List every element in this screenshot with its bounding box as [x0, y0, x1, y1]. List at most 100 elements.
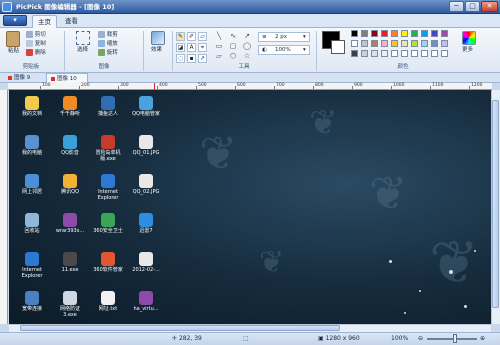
desktop-icon: Internet Explorer: [89, 174, 127, 201]
desktop-icon-label: QQ电脑管家: [132, 111, 160, 117]
ellipse-shape-icon[interactable]: ◯: [240, 42, 254, 51]
resize-button[interactable]: 缩放: [98, 40, 118, 48]
color-swatch[interactable]: [361, 40, 368, 47]
tab-home[interactable]: 主页: [32, 15, 57, 28]
color-swatch[interactable]: [411, 30, 418, 37]
desktop-icon-label: 网址.txt: [98, 306, 118, 312]
color-swatch[interactable]: [441, 30, 448, 37]
rotate-button[interactable]: 旋转: [98, 49, 118, 57]
zoom-in-button[interactable]: ⊕: [480, 333, 485, 344]
opacity-value: 100%: [275, 47, 291, 53]
close-button[interactable]: ✕: [481, 1, 498, 12]
color-swatch[interactable]: [381, 30, 388, 37]
color-swatch[interactable]: [441, 40, 448, 47]
app-menu-button[interactable]: ▾: [3, 15, 27, 26]
curve-shape-icon[interactable]: ∿: [226, 32, 240, 41]
color-swatch[interactable]: [351, 50, 358, 57]
color-swatch[interactable]: [391, 30, 398, 37]
ruler-tick: [235, 86, 236, 89]
color-swatch[interactable]: [411, 40, 418, 47]
color-swatch[interactable]: [391, 40, 398, 47]
arrow-tool-icon[interactable]: ↗: [198, 54, 207, 63]
ruler-label: 1100: [432, 83, 444, 88]
color-swatch[interactable]: [401, 40, 408, 47]
more-colors-button[interactable]: 更多: [462, 47, 473, 54]
color-swatch[interactable]: [431, 30, 438, 37]
desktop-icon: QQ电脑管家: [127, 96, 165, 117]
maximize-button[interactable]: □: [465, 1, 480, 12]
desktop-icon-image: [101, 96, 115, 110]
color-wheel-icon: [462, 31, 476, 45]
color-swatch[interactable]: [361, 30, 368, 37]
ribbon-separator: [143, 31, 144, 71]
color-swatch[interactable]: [411, 50, 418, 57]
window-title: PicPick 图像编辑器 - [图像 10]: [16, 3, 115, 11]
wallpaper-leaf: ❦: [259, 245, 285, 280]
polygon-shape-icon[interactable]: ⬡: [226, 52, 240, 61]
arrow-shape-icon[interactable]: ↗: [240, 32, 254, 41]
horizontal-scroll-thumb[interactable]: [20, 325, 340, 331]
color-swatch[interactable]: [381, 50, 388, 57]
opacity-icon: ◐: [262, 47, 267, 53]
color-swatch[interactable]: [391, 50, 398, 57]
line-width-icon: ≡: [262, 34, 267, 40]
ruler-label: 400: [159, 83, 168, 88]
color-swatch[interactable]: [401, 50, 408, 57]
ruler-label: 100: [42, 83, 51, 88]
zoom-out-button[interactable]: ⊖: [418, 333, 423, 344]
desktop-icon-label: 网上邻居: [21, 189, 42, 195]
color-swatch[interactable]: [431, 50, 438, 57]
effects-button[interactable]: 效果: [151, 47, 162, 54]
blur-tool-icon[interactable]: ◌: [176, 54, 185, 63]
color-swatch[interactable]: [351, 30, 358, 37]
callout-shape-icon[interactable]: ▱: [212, 52, 226, 61]
desktop-icon: wrar393s...: [51, 213, 89, 234]
text-tool-icon[interactable]: A: [187, 43, 196, 52]
pen-tool-icon[interactable]: ✎: [176, 32, 185, 41]
fill-tool-icon[interactable]: ◪: [176, 43, 185, 52]
crop-button[interactable]: 裁剪: [98, 31, 118, 39]
star-shape-icon[interactable]: ☆: [240, 52, 254, 61]
color-swatch[interactable]: [371, 50, 378, 57]
effects-icon: [151, 31, 165, 45]
line-shape-icon[interactable]: ╲: [212, 32, 226, 41]
doc-tab-image-9[interactable]: 图像 9: [4, 73, 44, 83]
picker-tool-icon[interactable]: ⌖: [198, 43, 207, 52]
line-width-dropdown[interactable]: ≡ 2 px ▾: [258, 32, 310, 42]
color-swatch[interactable]: [401, 30, 408, 37]
tab-view[interactable]: 查看: [59, 15, 84, 28]
color-swatch[interactable]: [361, 50, 368, 57]
doc-tab-image-10[interactable]: 图像 10: [46, 73, 88, 83]
opacity-dropdown[interactable]: ◐ 100% ▾: [258, 45, 310, 55]
color-swatch[interactable]: [421, 50, 428, 57]
secondary-color-swatch[interactable]: [331, 40, 345, 54]
color-swatch[interactable]: [421, 40, 428, 47]
minimize-button[interactable]: ─: [449, 1, 464, 12]
brush-tool-icon[interactable]: ✐: [187, 32, 196, 41]
stamp-tool-icon[interactable]: ▪: [187, 54, 196, 63]
vertical-scroll-thumb[interactable]: [492, 100, 499, 308]
color-swatch[interactable]: [371, 40, 378, 47]
color-swatch[interactable]: [381, 40, 388, 47]
select-button[interactable]: 选择: [77, 47, 88, 54]
color-swatch[interactable]: [371, 30, 378, 37]
zoom-slider-thumb[interactable]: [452, 334, 457, 343]
image-canvas[interactable]: ❦ ❦ ❦ ❦ ❦ 我的文档 千千静听 捕鱼达人 QQ电脑管家 我的电脑 QQ影音 冒险岛单…: [9, 90, 491, 324]
cut-button[interactable]: 剪切: [26, 31, 46, 39]
copy-button[interactable]: 复制: [26, 40, 46, 48]
desktop-icon-image: [63, 135, 77, 149]
rectangle-shape-icon[interactable]: ▭: [212, 42, 226, 51]
color-swatch[interactable]: [431, 40, 438, 47]
delete-button[interactable]: 删除: [26, 49, 46, 57]
wallpaper-sparkle: [404, 312, 406, 314]
rounded-rect-shape-icon[interactable]: ▢: [226, 42, 240, 51]
color-swatch[interactable]: [351, 40, 358, 47]
desktop-icon: 网址.txt: [89, 291, 127, 312]
desktop-icon-label: 11.exe: [61, 267, 79, 273]
paste-button[interactable]: 粘贴: [8, 48, 19, 55]
select-icon: [76, 31, 90, 45]
eraser-tool-icon[interactable]: ▱: [198, 32, 207, 41]
color-swatch[interactable]: [421, 30, 428, 37]
desktop-icon-image: [63, 252, 77, 266]
color-swatch[interactable]: [441, 50, 448, 57]
